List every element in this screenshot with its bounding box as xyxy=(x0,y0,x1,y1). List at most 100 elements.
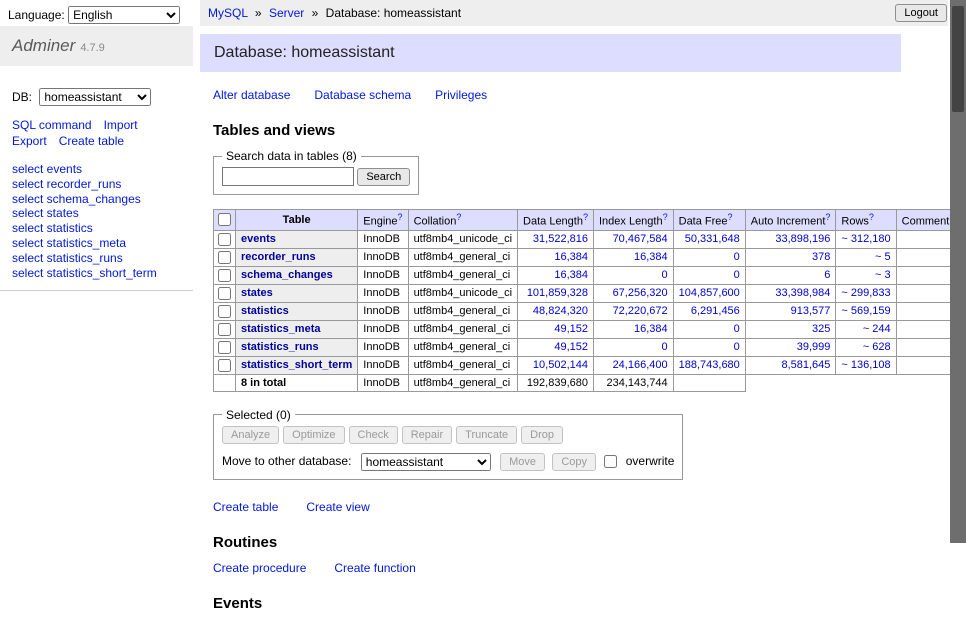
language-bar: Language: English xyxy=(8,6,180,24)
column-header: Collation? xyxy=(408,210,517,231)
rows-cell: ~ 628 xyxy=(836,338,896,356)
move-button[interactable]: Move xyxy=(500,453,545,471)
bulk-actions-row: AnalyzeOptimize CheckRepairTruncateDrop xyxy=(222,426,674,444)
help-link[interactable]: ? xyxy=(728,212,733,222)
engine-cell: InnoDB xyxy=(358,284,408,302)
search-input[interactable] xyxy=(222,167,354,186)
sidebar-table-link[interactable]: select statistics_runs xyxy=(12,251,181,266)
sidebar-table-link[interactable]: select events xyxy=(12,162,181,177)
sidebar: Adminer4.7.9 DB: homeassistant SQL comma… xyxy=(0,26,193,291)
row-checkbox[interactable] xyxy=(218,287,231,300)
tables-section-title: Tables and views xyxy=(213,122,901,139)
table-name-cell: states xyxy=(236,284,358,302)
select-all-checkbox[interactable] xyxy=(218,213,231,226)
help-link[interactable]: ? xyxy=(869,212,874,222)
data-free-cell: 0 xyxy=(673,266,745,284)
help-link[interactable]: ? xyxy=(583,212,588,222)
collation-cell: utf8mb4_general_ci xyxy=(408,356,517,374)
row-checkbox[interactable] xyxy=(218,323,231,336)
help-link[interactable]: ? xyxy=(398,212,403,222)
create-link[interactable]: Create table xyxy=(213,500,278,514)
table-name-link[interactable]: recorder_runs xyxy=(241,251,316,263)
column-header: Engine? xyxy=(358,210,408,231)
row-checkbox[interactable] xyxy=(218,305,231,318)
sidebar-action-link[interactable]: Import xyxy=(104,118,138,132)
db-select[interactable]: homeassistant xyxy=(39,88,151,106)
main-content: Database: homeassistant Alter databaseDa… xyxy=(200,26,901,622)
bulk-action-button[interactable]: Drop xyxy=(521,426,563,444)
help-link[interactable]: ? xyxy=(456,212,461,222)
bulk-action-button[interactable]: Analyze xyxy=(222,426,279,444)
db-nav-link[interactable]: Database schema xyxy=(314,88,411,102)
search-button[interactable]: Search xyxy=(357,168,410,186)
logout-button[interactable]: Logout xyxy=(895,4,947,22)
row-checkbox[interactable] xyxy=(218,269,231,282)
table-name-link[interactable]: statistics_meta xyxy=(241,323,321,335)
table-name-link[interactable]: statistics_runs xyxy=(241,341,319,353)
breadcrumb-separator: » xyxy=(312,6,319,20)
vertical-scrollbar[interactable] xyxy=(950,0,966,543)
sidebar-table-link[interactable]: select states xyxy=(12,206,181,221)
auto-increment-cell: 913,577 xyxy=(745,302,836,320)
overwrite-checkbox[interactable] xyxy=(604,455,617,468)
move-db-select[interactable]: homeassistant xyxy=(361,453,491,471)
rows-cell: ~ 3 xyxy=(836,266,896,284)
routine-link[interactable]: Create function xyxy=(334,561,415,575)
sidebar-action-link[interactable]: Create table xyxy=(59,134,124,148)
row-checkbox[interactable] xyxy=(218,359,231,372)
data-length-cell: 49,152 xyxy=(518,338,594,356)
auto-increment-cell: 378 xyxy=(745,248,836,266)
row-checkbox[interactable] xyxy=(218,233,231,246)
overwrite-label[interactable]: overwrite xyxy=(626,454,675,468)
total-empty-cell xyxy=(214,374,236,391)
tables-table: TableEngine?Collation?Data Length?Index … xyxy=(213,209,960,392)
breadcrumb-link-server[interactable]: Server xyxy=(269,6,304,20)
index-length-cell: 24,166,400 xyxy=(593,356,673,374)
language-select[interactable]: English xyxy=(68,6,180,24)
table-name-link[interactable]: states xyxy=(241,287,273,299)
row-checkbox[interactable] xyxy=(218,251,231,264)
sidebar-table-link[interactable]: select recorder_runs xyxy=(12,177,181,192)
bulk-action-button[interactable]: Optimize xyxy=(283,426,344,444)
bulk-action-button[interactable]: Truncate xyxy=(456,426,517,444)
table-name-link[interactable]: schema_changes xyxy=(241,269,333,281)
app-version: 4.7.9 xyxy=(80,42,104,54)
data-length-cell: 16,384 xyxy=(518,266,594,284)
bulk-action-button[interactable]: Check xyxy=(349,426,398,444)
scrollbar-thumb[interactable] xyxy=(952,6,964,112)
total-engine-cell: InnoDB xyxy=(358,374,408,391)
help-link[interactable]: ? xyxy=(663,212,668,222)
db-nav-link[interactable]: Privileges xyxy=(435,88,487,102)
index-length-cell: 0 xyxy=(593,266,673,284)
table-name-link[interactable]: statistics_short_term xyxy=(241,359,352,371)
create-link[interactable]: Create view xyxy=(306,500,369,514)
routine-link[interactable]: Create procedure xyxy=(213,561,306,575)
table-name-link[interactable]: events xyxy=(241,233,276,245)
tables-table-head: TableEngine?Collation?Data Length?Index … xyxy=(214,210,960,231)
row-checkbox[interactable] xyxy=(218,341,231,354)
column-header: Index Length? xyxy=(593,210,673,231)
sidebar-table-link[interactable]: select statistics xyxy=(12,221,181,236)
sidebar-table-link[interactable]: select statistics_short_term xyxy=(12,266,181,281)
index-length-cell: 16,384 xyxy=(593,320,673,338)
table-name-link[interactable]: statistics xyxy=(241,305,289,317)
database-nav-links: Alter database Database schema Privileges xyxy=(213,88,901,102)
breadcrumb-link-mysql[interactable]: MySQL xyxy=(208,6,248,20)
data-length-cell: 49,152 xyxy=(518,320,594,338)
sidebar-actions: SQL command Import Export Create table xyxy=(0,112,193,152)
routines-section-title: Routines xyxy=(213,534,901,551)
row-checkbox-cell xyxy=(214,302,236,320)
collation-cell: utf8mb4_general_ci xyxy=(408,320,517,338)
move-row: Move to other database: homeassistant Mo… xyxy=(222,453,674,471)
help-link[interactable]: ? xyxy=(825,212,830,222)
engine-cell: InnoDB xyxy=(358,266,408,284)
sidebar-action-link[interactable]: SQL command xyxy=(12,118,92,132)
bulk-action-button[interactable]: Repair xyxy=(402,426,452,444)
index-length-cell: 70,467,584 xyxy=(593,230,673,248)
db-nav-link[interactable]: Alter database xyxy=(213,88,290,102)
sidebar-table-link[interactable]: select schema_changes xyxy=(12,192,181,207)
copy-button[interactable]: Copy xyxy=(552,453,596,471)
table-name-cell: recorder_runs xyxy=(236,248,358,266)
sidebar-table-link[interactable]: select statistics_meta xyxy=(12,236,181,251)
sidebar-action-link[interactable]: Export xyxy=(12,134,47,148)
